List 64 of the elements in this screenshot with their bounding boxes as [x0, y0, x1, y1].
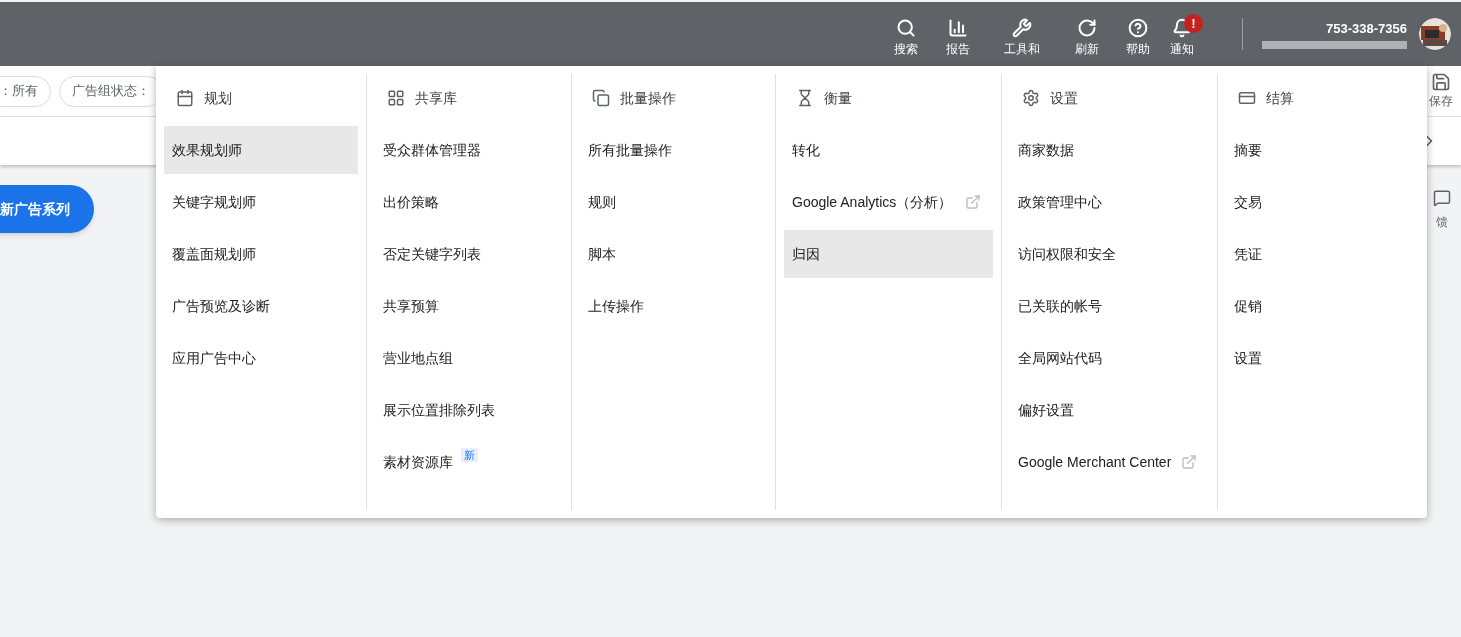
menu-item[interactable]: 覆盖面规划师: [164, 230, 358, 278]
menu-column-title: 设置: [1050, 88, 1078, 108]
external-link-icon: [965, 194, 981, 210]
menu-item[interactable]: 上传操作: [580, 282, 767, 330]
menu-column-title: 结算: [1266, 88, 1294, 108]
menu-item[interactable]: 归因: [784, 230, 993, 278]
menu-item[interactable]: 政策管理中心: [1010, 178, 1209, 226]
menu-item[interactable]: 效果规划师: [164, 126, 358, 174]
menu-item[interactable]: 全局网站代码: [1010, 334, 1209, 382]
copy-icon: [592, 89, 610, 107]
save-button[interactable]: 保存: [1429, 72, 1453, 110]
calendar-icon: [176, 89, 194, 107]
settings-icon: [1022, 89, 1040, 107]
menu-item[interactable]: 设置: [1226, 334, 1419, 382]
bar-chart-icon: [948, 18, 968, 38]
toolbar-button[interactable]: 刷新: [1060, 18, 1114, 62]
menu-item[interactable]: 广告预览及诊断: [164, 282, 358, 330]
menu-item[interactable]: 共享预算: [375, 282, 563, 330]
menu-item[interactable]: 素材资源库 新: [375, 438, 563, 486]
grid-icon: [387, 89, 405, 107]
menu-item[interactable]: 脚本: [580, 230, 767, 278]
menu-item[interactable]: 凭证: [1226, 230, 1419, 278]
menu-column-title: 共享库: [415, 88, 457, 108]
feedback-icon: [1433, 189, 1451, 207]
search-icon: [896, 18, 916, 38]
menu-item[interactable]: 应用广告中心: [164, 334, 358, 382]
menu-item[interactable]: 促销: [1226, 282, 1419, 330]
external-link-icon: [1181, 454, 1197, 470]
toolbar-button[interactable]: 报告: [932, 18, 984, 62]
menu-item[interactable]: 受众群体管理器: [375, 126, 563, 174]
menu-item[interactable]: 已关联的帐号: [1010, 282, 1209, 330]
menu-item[interactable]: 偏好设置: [1010, 386, 1209, 434]
menu-item[interactable]: 摘要: [1226, 126, 1419, 174]
save-icon: [1431, 72, 1451, 92]
notification-badge: !: [1184, 14, 1203, 33]
menu-item[interactable]: 所有批量操作: [580, 126, 767, 174]
menu-item[interactable]: 规则: [580, 178, 767, 226]
new-campaign-button[interactable]: 新广告系列: [0, 185, 94, 233]
credit-card-icon: [1238, 89, 1256, 107]
wrench-icon: [1012, 18, 1032, 38]
menu-column-title: 衡量: [824, 88, 852, 108]
menu-item[interactable]: 商家数据: [1010, 126, 1209, 174]
menu-item[interactable]: 营业地点组: [375, 334, 563, 382]
menu-item[interactable]: 出价策略: [375, 178, 563, 226]
help-icon: [1128, 18, 1148, 38]
bell-icon: [1172, 18, 1192, 38]
menu-item[interactable]: Google Merchant Center: [1010, 438, 1209, 486]
menu-item[interactable]: 关键字规划师: [164, 178, 358, 226]
menu-item[interactable]: 展示位置排除列表: [375, 386, 563, 434]
menu-column-title: 批量操作: [620, 88, 676, 108]
account-phone: 753-338-7356: [1326, 19, 1407, 38]
menu-item[interactable]: Google Analytics（分析）: [784, 178, 993, 226]
menu-column-title: 规划: [204, 88, 232, 108]
toolbar-button[interactable]: 工具和: [984, 18, 1060, 62]
refresh-icon: [1077, 18, 1097, 38]
menu-item[interactable]: 访问权限和安全: [1010, 230, 1209, 278]
menu-item[interactable]: 否定关键字列表: [375, 230, 563, 278]
feedback-button[interactable]: 馈: [1433, 189, 1451, 231]
menu-item[interactable]: 交易: [1226, 178, 1419, 226]
toolbar-button[interactable]: 帮助: [1114, 18, 1162, 62]
toolbar-button[interactable]: 搜索: [880, 18, 932, 62]
hourglass-icon: [796, 89, 814, 107]
new-badge: 新: [461, 448, 478, 462]
menu-item[interactable]: 转化: [784, 126, 993, 174]
